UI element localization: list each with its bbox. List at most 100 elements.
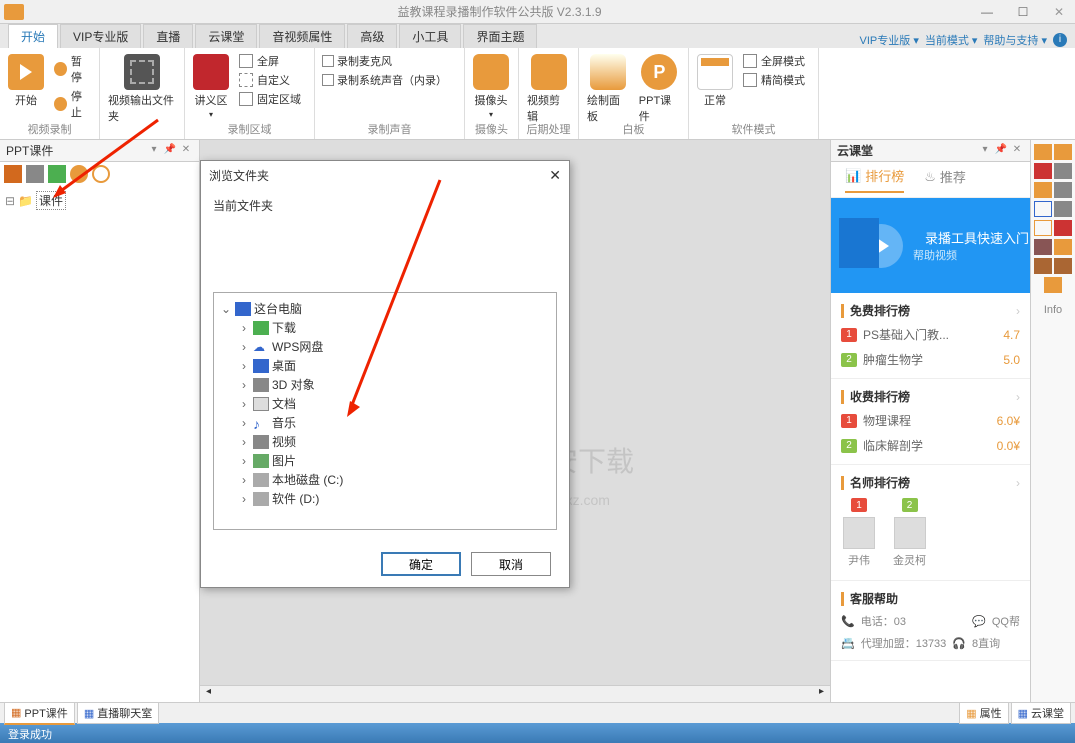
section-free[interactable]: 免费排行榜› — [831, 299, 1030, 322]
tab-cloud[interactable]: 云课堂 — [195, 24, 257, 48]
doc-icon — [253, 397, 269, 411]
panel-pin[interactable]: 📌 — [163, 144, 177, 158]
center-hscrollbar[interactable]: ◂▸ — [200, 685, 830, 702]
rpanel-dropdown[interactable]: ▾ — [978, 144, 992, 158]
cloud-tab-ranking[interactable]: 📊排行榜 — [845, 166, 904, 193]
topright-vip[interactable]: VIP专业版 ▾ — [860, 32, 919, 48]
tree-root[interactable]: ⊟ 📁 课件 — [4, 190, 195, 211]
tab-start[interactable]: 开始 — [8, 24, 58, 48]
tool-save-icon[interactable] — [1054, 239, 1072, 255]
record-system-checkbox[interactable]: 录制系统声音（内录） — [321, 71, 448, 89]
cancel-button[interactable]: 取消 — [471, 552, 551, 576]
tool-text-icon[interactable] — [1054, 201, 1072, 217]
section-teachers[interactable]: 名师排行榜› — [831, 471, 1030, 494]
normal-mode-button[interactable]: 正常 — [695, 52, 735, 110]
tab-live[interactable]: 直播 — [143, 24, 193, 48]
tree-download[interactable]: ›下载 — [220, 318, 550, 337]
avatar[interactable]: 1尹伟 — [843, 500, 875, 568]
pause-button[interactable]: 暂停 — [52, 52, 93, 86]
cloud-tab-recommend[interactable]: ♨推荐 — [924, 167, 966, 192]
tool-circle-icon[interactable] — [1054, 220, 1072, 236]
list-item[interactable]: 1物理课程6.0¥ — [831, 408, 1030, 433]
fullscreen-mode[interactable]: 全屏模式 — [741, 52, 807, 70]
stop-button[interactable]: 停止 — [52, 87, 93, 121]
tb-icon-4[interactable] — [70, 165, 88, 183]
play-icon — [8, 54, 44, 90]
btab-ppt[interactable]: ▦PPT课件 — [4, 702, 75, 725]
browse-folder-dialog: 浏览文件夹 ✕ 当前文件夹 ⌄这台电脑 ›下载 ›☁WPS网盘 ›桌面 ›3D … — [200, 160, 570, 588]
ranking-icon: 📊 — [845, 168, 861, 184]
fullscreen-area[interactable]: 全屏 — [237, 52, 303, 70]
tree-music[interactable]: ›♪音乐 — [220, 413, 550, 432]
tool-redo-icon[interactable] — [1054, 258, 1072, 274]
tool-undo-icon[interactable] — [1034, 258, 1052, 274]
folder-tree[interactable]: ⌄这台电脑 ›下载 ›☁WPS网盘 ›桌面 ›3D 对象 ›文档 ›♪音乐 ›视… — [213, 292, 557, 530]
tool-trash-icon[interactable] — [1034, 239, 1052, 255]
topright-help[interactable]: 帮助与支持 ▾ — [983, 32, 1047, 48]
tool-shape1-icon[interactable] — [1034, 163, 1052, 179]
tree-docs[interactable]: ›文档 — [220, 394, 550, 413]
phone-icon: 📞 — [841, 615, 855, 628]
tool-shape2-icon[interactable] — [1054, 163, 1072, 179]
tb-icon-5[interactable] — [92, 165, 110, 183]
btab-chat[interactable]: ▦直播聊天室 — [77, 702, 159, 724]
record-start-button[interactable]: 开始 — [6, 52, 46, 110]
tool-curve-icon[interactable] — [1034, 182, 1052, 198]
tree-3d[interactable]: ›3D 对象 — [220, 375, 550, 394]
tree-pictures[interactable]: ›图片 — [220, 451, 550, 470]
custom-area[interactable]: 自定义 — [237, 71, 303, 89]
dialog-close-button[interactable]: ✕ — [549, 167, 561, 184]
output-folder-button[interactable]: 视频输出文件夹 — [106, 52, 178, 126]
lite-mode[interactable]: 精简模式 — [741, 71, 807, 89]
ok-button[interactable]: 确定 — [381, 552, 461, 576]
tab-av[interactable]: 音视频属性 — [259, 24, 345, 48]
minimize-button[interactable]: — — [975, 5, 999, 19]
tool-clear-icon[interactable] — [1044, 277, 1062, 293]
close-button[interactable]: ✕ — [1047, 5, 1071, 19]
tool-rect-icon[interactable] — [1034, 220, 1052, 236]
rpanel-close[interactable]: ✕ — [1010, 144, 1024, 158]
tools-column: Info — [1030, 140, 1075, 702]
topright-mode[interactable]: 当前模式 ▾ — [925, 32, 978, 48]
tool-brush-icon[interactable] — [1054, 144, 1072, 160]
clip-button[interactable]: 视频剪辑 — [525, 52, 572, 126]
ppt-panel-button[interactable]: PPPT课件 — [637, 52, 682, 126]
list-item[interactable]: 2临床解剖学0.0¥ — [831, 433, 1030, 458]
tab-adv[interactable]: 高级 — [347, 24, 397, 48]
maximize-button[interactable]: ☐ — [1011, 5, 1035, 19]
tree-wps[interactable]: ›☁WPS网盘 — [220, 337, 550, 356]
list-item[interactable]: 2肿瘤生物学5.0 — [831, 347, 1030, 372]
tab-tools[interactable]: 小工具 — [399, 24, 461, 48]
tree-desktop[interactable]: ›桌面 — [220, 356, 550, 375]
draw-panel-button[interactable]: 绘制面板 — [585, 52, 631, 126]
fs-icon — [743, 54, 757, 68]
record-area-button[interactable]: 讲义区 ▾ — [191, 52, 231, 121]
tool-arrow-icon[interactable] — [1034, 201, 1052, 217]
info-icon[interactable]: i — [1053, 33, 1067, 47]
support-agent[interactable]: 📇代理加盟：13733🎧8直询 — [831, 632, 1030, 654]
fixed-area[interactable]: 固定区域 — [237, 90, 303, 108]
rpanel-pin[interactable]: 📌 — [994, 144, 1008, 158]
avatar[interactable]: 2金灵柯 — [893, 500, 926, 568]
promo-banner[interactable]: 录播工具快速入门 帮助视频 — [831, 198, 1030, 293]
camera-button[interactable]: 摄像头▾ — [471, 52, 511, 121]
btab-prop[interactable]: ▦属性 — [959, 702, 1008, 724]
list-item[interactable]: 1PS基础入门教...4.7 — [831, 322, 1030, 347]
tree-video[interactable]: ›视频 — [220, 432, 550, 451]
tool-pencil-icon[interactable] — [1034, 144, 1052, 160]
section-paid[interactable]: 收费排行榜› — [831, 385, 1030, 408]
tab-vip[interactable]: VIP专业版 — [60, 24, 141, 48]
tb-icon-1[interactable] — [4, 165, 22, 183]
tb-icon-2[interactable] — [26, 165, 44, 183]
tb-icon-add[interactable] — [48, 165, 66, 183]
tree-diskd[interactable]: ›软件 (D:) — [220, 489, 550, 508]
btab-cloud[interactable]: ▦云课堂 — [1011, 702, 1071, 724]
tree-diskc[interactable]: ›本地磁盘 (C:) — [220, 470, 550, 489]
record-mic-checkbox[interactable]: 录制麦克风 — [321, 52, 448, 70]
panel-dropdown[interactable]: ▾ — [147, 144, 161, 158]
tab-theme[interactable]: 界面主题 — [463, 24, 537, 48]
tree-pc[interactable]: ⌄这台电脑 — [220, 299, 550, 318]
tool-line-icon[interactable] — [1054, 182, 1072, 198]
support-phone[interactable]: 📞电话：03💬QQ帮 — [831, 610, 1030, 632]
panel-close[interactable]: ✕ — [179, 144, 193, 158]
